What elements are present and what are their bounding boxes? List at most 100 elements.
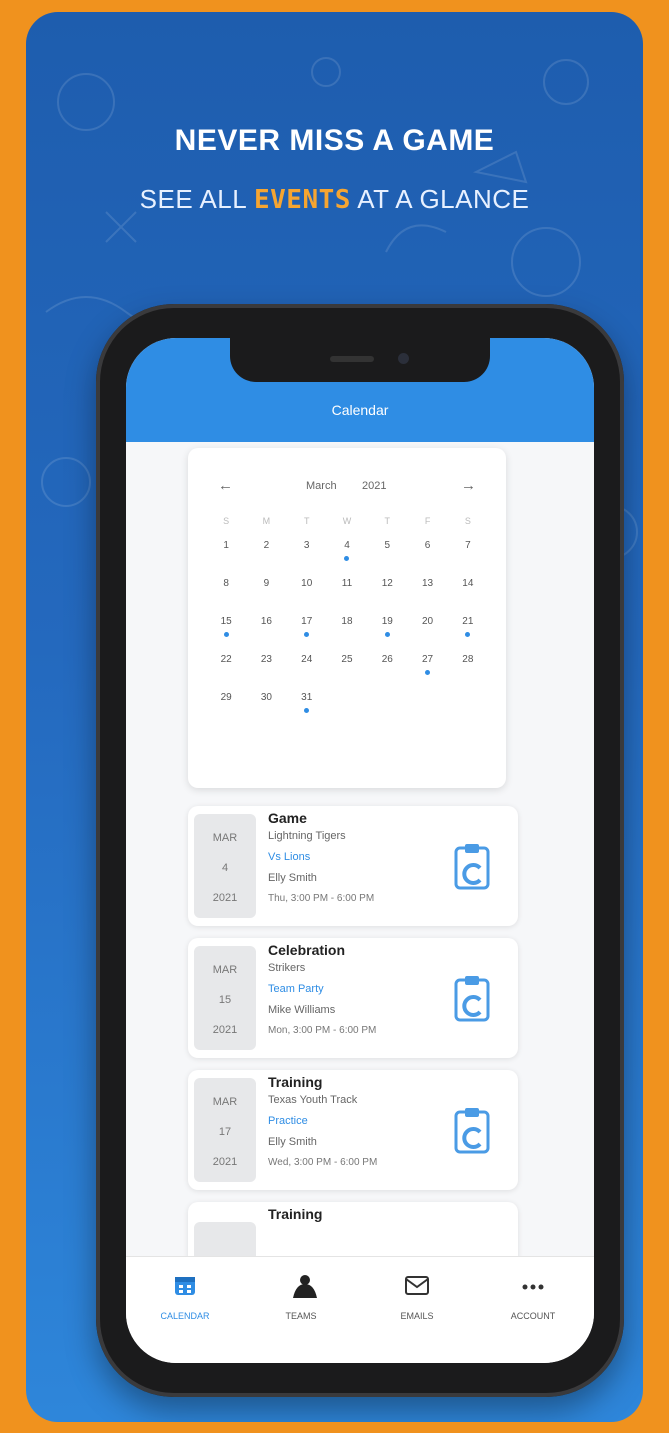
calendar-day[interactable]: 19 (367, 616, 407, 654)
event-month: MAR (212, 964, 238, 976)
event-card[interactable]: MAR 4 2021 Game Lightning Tigers Vs Lion… (188, 806, 518, 926)
calendar-day[interactable]: 3 (287, 540, 327, 578)
calendar-day[interactable] (448, 692, 488, 730)
calendar-day[interactable] (327, 692, 367, 730)
front-camera (398, 353, 409, 364)
event-organizer: Mike Williams (268, 1004, 336, 1016)
calendar-day[interactable]: 26 (367, 654, 407, 692)
calendar-day[interactable]: 28 (448, 654, 488, 692)
calendar-week: 29 30 31 (206, 692, 488, 730)
calendar-week: 15 16 17 18 19 20 21 (206, 616, 488, 654)
calendar-day[interactable]: 2 (246, 540, 286, 578)
calendar-month: March (306, 480, 337, 492)
calendar-day[interactable]: 31 (287, 692, 327, 730)
promo-card: NEVER MISS A GAME SEE ALL EVENTS AT A GL… (26, 12, 643, 1422)
calendar-day[interactable]: 14 (448, 578, 488, 616)
weekday-label: S (223, 516, 230, 526)
event-time: Thu, 3:00 PM - 6:00 PM (268, 893, 375, 904)
event-type: Game (268, 810, 307, 826)
calendar-day[interactable]: 20 (407, 616, 447, 654)
calendar-day[interactable]: 4 (327, 540, 367, 578)
event-date-box: MAR 4 2021 (194, 814, 256, 918)
calendar-day[interactable]: 22 (206, 654, 246, 692)
calendar-day[interactable]: 13 (407, 578, 447, 616)
calendar-day[interactable]: 23 (246, 654, 286, 692)
event-card[interactable]: MAR 15 2021 Celebration Strikers Team Pa… (188, 938, 518, 1058)
calendar-day[interactable]: 29 (206, 692, 246, 730)
clipboard-icon[interactable] (452, 842, 492, 890)
event-dot (304, 632, 310, 637)
event-info: Celebration Strikers Team Party Mike Wil… (268, 942, 438, 1036)
calendar-day[interactable]: 25 (327, 654, 367, 692)
calendar-day[interactable]: 12 (367, 578, 407, 616)
tab-label: ACCOUNT (510, 1311, 556, 1321)
calendar-day[interactable]: 17 (287, 616, 327, 654)
event-year: 2021 (212, 1156, 238, 1168)
calendar-day[interactable]: 9 (246, 578, 286, 616)
weekday-label: S (464, 516, 471, 526)
month-calendar: ← March 2021 → S M T W T F S 1 2 3 4 5 6… (188, 448, 506, 788)
event-card[interactable]: MAR 17 2021 Training Texas Youth Track P… (188, 1070, 518, 1190)
event-title[interactable]: Practice (268, 1115, 438, 1136)
event-title[interactable]: Vs Lions (268, 851, 438, 872)
calendar-day[interactable]: 10 (287, 578, 327, 616)
calendar-day[interactable]: 15 (206, 616, 246, 654)
calendar-day[interactable]: 8 (206, 578, 246, 616)
weekday-label: W (342, 516, 352, 526)
calendar-day[interactable]: 30 (246, 692, 286, 730)
event-type: Celebration (268, 942, 346, 958)
phone-screen: Calendar ← March 2021 → S M T W T F S 1 … (126, 338, 594, 1363)
calendar-day[interactable]: 16 (246, 616, 286, 654)
event-time: Wed, 3:00 PM - 6:00 PM (268, 1157, 378, 1168)
event-organizer: Elly Smith (268, 872, 317, 884)
weekday-row: S M T W T F S (206, 516, 488, 540)
event-year: 2021 (212, 892, 238, 904)
event-date-box: MAR 17 2021 (194, 1078, 256, 1182)
arrow-left-icon[interactable]: ← (218, 477, 233, 494)
event-dot (223, 632, 229, 637)
screen-title: Calendar (331, 402, 389, 418)
calendar-day[interactable]: 6 (407, 540, 447, 578)
calendar-week: 1 2 3 4 5 6 7 (206, 540, 488, 578)
arrow-right-icon[interactable]: → (461, 477, 476, 494)
tab-label: TEAMS (285, 1311, 317, 1321)
event-team: Strikers (268, 962, 306, 974)
event-team: Texas Youth Track (268, 1094, 358, 1106)
phone-notch (230, 338, 490, 382)
calendar-day[interactable]: 5 (367, 540, 407, 578)
calendar-day[interactable]: 18 (327, 616, 367, 654)
calendar-day[interactable]: 27 (407, 654, 447, 692)
event-day: 4 (221, 862, 229, 874)
event-dot (344, 556, 350, 561)
promo-subheadline: SEE ALL EVENTS AT A GLANCE (26, 184, 643, 215)
event-year: 2021 (212, 1024, 238, 1036)
subheadline-suffix: AT A GLANCE (350, 184, 530, 214)
calendar-day[interactable]: 1 (206, 540, 246, 578)
calendar-day[interactable]: 7 (448, 540, 488, 578)
event-dot (384, 632, 390, 637)
calendar-day[interactable]: 11 (327, 578, 367, 616)
calendar-grid: S M T W T F S 1 2 3 4 5 6 7 8 9 10 11 12… (206, 516, 488, 730)
calendar-day[interactable]: 21 (448, 616, 488, 654)
subheadline-accent: EVENTS (253, 185, 351, 215)
event-info: Training Texas Youth Track Practice Elly… (268, 1074, 438, 1168)
event-organizer: Elly Smith (268, 1136, 317, 1148)
bottom-tab-bar: CALENDAR TEAMS EMAILS ACCOUNT (126, 1256, 594, 1363)
clipboard-icon[interactable] (452, 974, 492, 1022)
calendar-day[interactable] (367, 692, 407, 730)
calendar-day[interactable] (407, 692, 447, 730)
tab-label: CALENDAR (160, 1311, 210, 1321)
weekday-label: T (384, 516, 391, 526)
calendar-day[interactable]: 24 (287, 654, 327, 692)
event-title[interactable]: Team Party (268, 983, 438, 1004)
subheadline-prefix: SEE ALL (139, 184, 254, 214)
calendar-week: 8 9 10 11 12 13 14 (206, 578, 488, 616)
event-team: Lightning Tigers (268, 830, 346, 842)
promo-headline: NEVER MISS A GAME (174, 124, 495, 157)
event-dot (304, 708, 310, 713)
event-month: MAR (212, 832, 238, 844)
event-info: Training (268, 1206, 438, 1226)
event-dot (425, 670, 431, 675)
clipboard-icon[interactable] (452, 1106, 492, 1154)
email-icon (405, 1276, 429, 1295)
